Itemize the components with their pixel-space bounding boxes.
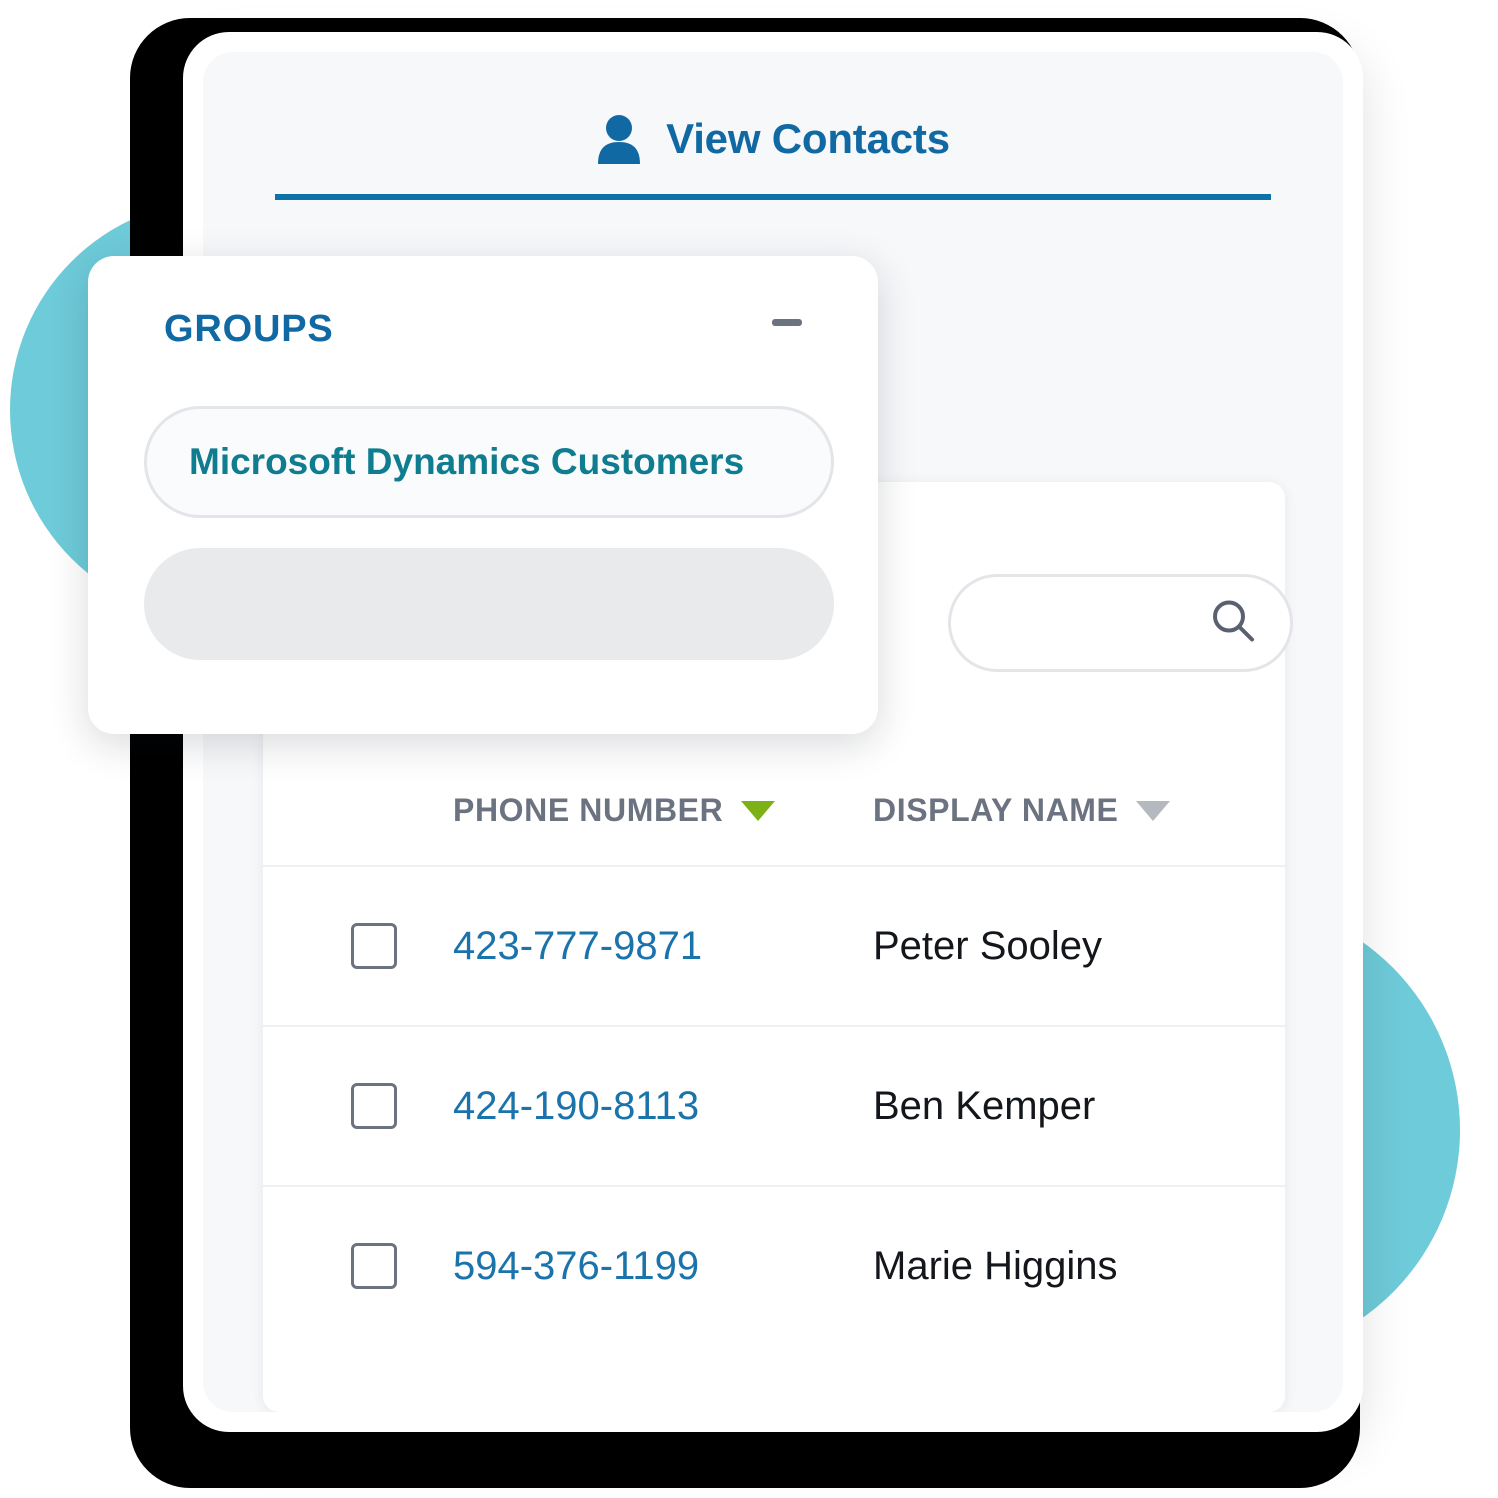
table-row[interactable]: 594-376-1199 Marie Higgins xyxy=(263,1187,1285,1345)
row-select-cell xyxy=(263,1083,453,1129)
header-label-display-name: DISPLAY NAME xyxy=(873,792,1119,828)
header-label-phone-number: PHONE NUMBER xyxy=(453,792,724,828)
groups-panel-title: GROUPS xyxy=(164,308,334,350)
row-phone-cell: 424-190-8113 xyxy=(453,1084,873,1129)
group-item-empty[interactable] xyxy=(144,548,834,660)
row-checkbox[interactable] xyxy=(351,923,397,969)
group-item-label: Microsoft Dynamics Customers xyxy=(189,441,745,482)
phone-number-link[interactable]: 424-190-8113 xyxy=(453,1084,699,1128)
row-phone-cell: 594-376-1199 xyxy=(453,1244,873,1289)
search-input[interactable] xyxy=(979,577,1213,671)
groups-panel-header: GROUPS xyxy=(164,308,802,351)
caret-down-icon[interactable] xyxy=(1136,800,1171,821)
row-display-name: Peter Sooley xyxy=(873,923,1103,968)
row-checkbox[interactable] xyxy=(351,1083,397,1129)
row-display-name: Ben Kemper xyxy=(873,1083,1096,1128)
row-phone-cell: 423-777-9871 xyxy=(453,924,873,969)
table-row[interactable]: 424-190-8113 Ben Kemper xyxy=(263,1027,1285,1187)
row-checkbox[interactable] xyxy=(351,1243,397,1289)
search-icon[interactable] xyxy=(1210,598,1256,649)
header-cell-phone-number[interactable]: PHONE NUMBER xyxy=(453,792,873,829)
minus-icon[interactable] xyxy=(772,319,802,326)
table-row[interactable]: 423-777-9871 Peter Sooley xyxy=(263,867,1285,1027)
search-box[interactable] xyxy=(948,574,1293,672)
tab-label: View Contacts xyxy=(666,115,950,162)
tab-view-contacts[interactable]: View Contacts xyxy=(275,114,1271,200)
row-display-name: Marie Higgins xyxy=(873,1243,1118,1288)
row-select-cell xyxy=(263,923,453,969)
table-header-row: PHONE NUMBER DISPLAY NAME xyxy=(263,792,1285,867)
person-icon xyxy=(596,114,642,164)
contacts-table: PHONE NUMBER DISPLAY NAME 423-777-9871 P… xyxy=(263,792,1285,1345)
header-cell-display-name[interactable]: DISPLAY NAME xyxy=(873,792,1285,829)
tab-bar: View Contacts xyxy=(275,114,1271,200)
phone-number-link[interactable]: 594-376-1199 xyxy=(453,1244,699,1288)
row-select-cell xyxy=(263,1243,453,1289)
group-item-selected[interactable]: Microsoft Dynamics Customers xyxy=(144,406,834,518)
groups-panel: GROUPS Microsoft Dynamics Customers xyxy=(88,256,878,734)
caret-down-icon[interactable] xyxy=(741,800,776,821)
phone-number-link[interactable]: 423-777-9871 xyxy=(453,924,702,968)
